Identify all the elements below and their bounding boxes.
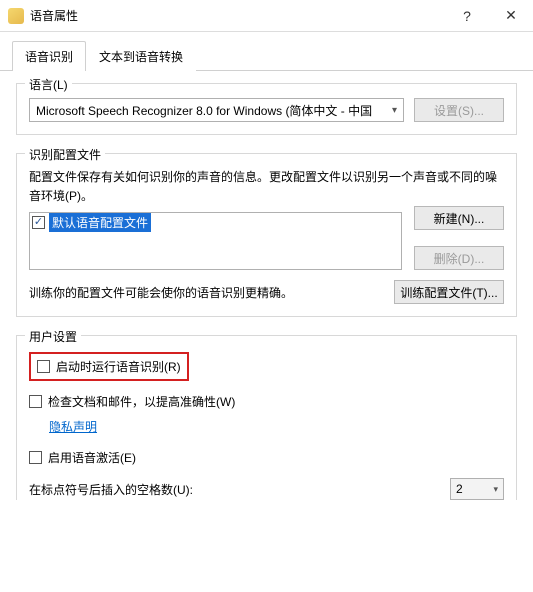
profile-item-label: 默认语音配置文件 bbox=[49, 213, 151, 232]
window-title: 语音属性 bbox=[30, 7, 78, 24]
language-settings-button[interactable]: 设置(S)... bbox=[414, 98, 504, 122]
language-select-value: Microsoft Speech Recognizer 8.0 for Wind… bbox=[36, 102, 372, 119]
voice-activation-checkbox[interactable] bbox=[29, 451, 42, 464]
user-settings-group-title: 用户设置 bbox=[25, 328, 81, 345]
privacy-statement-link[interactable]: 隐私声明 bbox=[49, 418, 97, 435]
help-button[interactable]: ? bbox=[445, 0, 489, 32]
close-button[interactable]: ✕ bbox=[489, 0, 533, 32]
titlebar: 语音属性 ? ✕ bbox=[0, 0, 533, 32]
profiles-group-title: 识别配置文件 bbox=[25, 146, 105, 163]
profile-item-default[interactable]: ✓ 默认语音配置文件 bbox=[30, 213, 401, 231]
new-profile-button[interactable]: 新建(N)... bbox=[414, 206, 504, 230]
run-at-startup-checkbox[interactable] bbox=[37, 360, 50, 373]
user-settings-group: 用户设置 启动时运行语音识别(R) 检查文档和邮件，以提高准确性(W) 隐私声明… bbox=[16, 335, 517, 500]
checkbox-checked-icon[interactable]: ✓ bbox=[32, 216, 45, 229]
spaces-after-punct-value: 2 bbox=[456, 482, 463, 496]
spaces-after-punct-select[interactable]: 2 ▾ bbox=[450, 478, 504, 500]
language-group: 语言(L) Microsoft Speech Recognizer 8.0 fo… bbox=[16, 83, 517, 135]
voice-activation-label: 启用语音激活(E) bbox=[48, 449, 136, 466]
tab-speech-recognition[interactable]: 语音识别 bbox=[12, 41, 86, 71]
chevron-down-icon: ▾ bbox=[493, 484, 498, 495]
profiles-description: 配置文件保存有关如何识别你的声音的信息。更改配置文件以识别另一个声音或不同的噪音… bbox=[29, 168, 504, 206]
language-select[interactable]: Microsoft Speech Recognizer 8.0 for Wind… bbox=[29, 98, 404, 122]
run-at-startup-label: 启动时运行语音识别(R) bbox=[56, 358, 181, 375]
language-group-title: 语言(L) bbox=[25, 76, 72, 93]
review-docs-label: 检查文档和邮件，以提高准确性(W) bbox=[48, 393, 235, 410]
tab-bar: 语音识别 文本到语音转换 bbox=[0, 32, 533, 71]
train-profile-button[interactable]: 训练配置文件(T)... bbox=[394, 280, 504, 304]
profiles-group: 识别配置文件 配置文件保存有关如何识别你的声音的信息。更改配置文件以识别另一个声… bbox=[16, 153, 517, 317]
highlight-run-at-startup: 启动时运行语音识别(R) bbox=[29, 352, 189, 381]
chevron-down-icon: ▾ bbox=[392, 105, 397, 116]
delete-profile-button[interactable]: 删除(D)... bbox=[414, 246, 504, 270]
content-area: 语言(L) Microsoft Speech Recognizer 8.0 fo… bbox=[0, 71, 533, 500]
train-description: 训练你的配置文件可能会使你的语音识别更精确。 bbox=[29, 284, 384, 301]
profiles-listbox[interactable]: ✓ 默认语音配置文件 bbox=[29, 212, 402, 270]
speech-icon bbox=[8, 8, 24, 24]
spaces-after-punct-label: 在标点符号后插入的空格数(U): bbox=[29, 481, 193, 498]
tab-text-to-speech[interactable]: 文本到语音转换 bbox=[86, 41, 196, 71]
review-docs-checkbox[interactable] bbox=[29, 395, 42, 408]
